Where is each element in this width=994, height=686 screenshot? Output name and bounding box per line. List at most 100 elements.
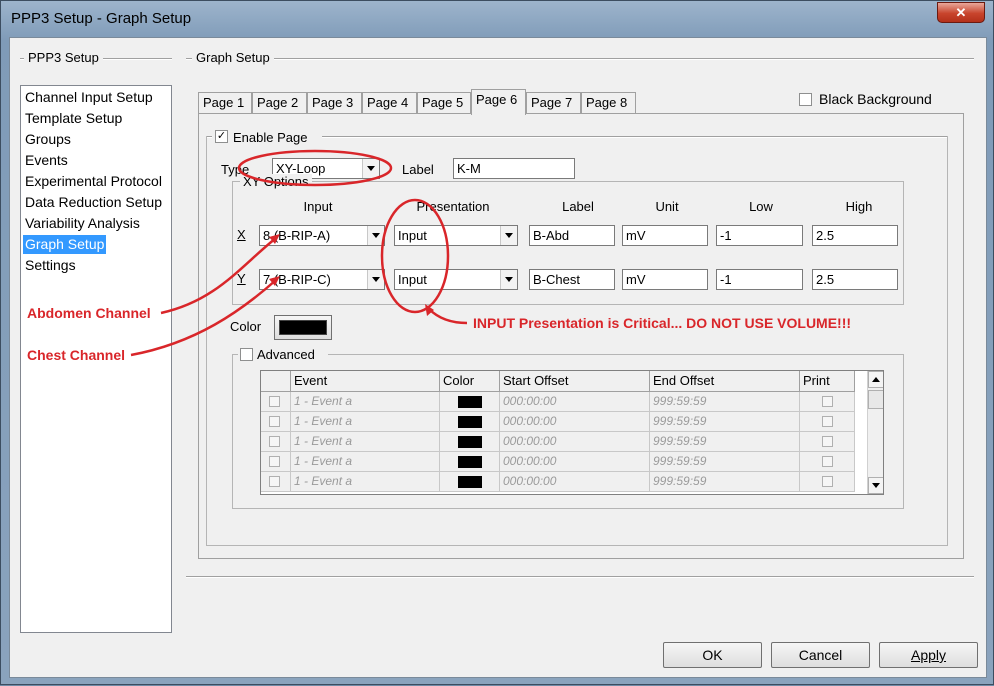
row-checkbox[interactable]: [269, 456, 280, 467]
x-presentation-combo[interactable]: Input: [394, 225, 518, 246]
color-label: Color: [230, 319, 262, 334]
grid-print-cell[interactable]: [800, 452, 855, 472]
tab-page-7[interactable]: Page 7: [526, 92, 581, 114]
grid-start-offset-cell[interactable]: 000:00:00: [500, 452, 650, 472]
grid-end-offset-cell[interactable]: 999:59:59: [650, 472, 800, 492]
grid-end-offset-cell[interactable]: 999:59:59: [650, 432, 800, 452]
tab-page-6[interactable]: Page 6: [471, 89, 526, 115]
grid-start-offset-cell[interactable]: 000:00:00: [500, 432, 650, 452]
tab-page-2[interactable]: Page 2: [252, 92, 307, 114]
row-checkbox[interactable]: [269, 476, 280, 487]
row-checkbox[interactable]: [269, 436, 280, 447]
y-low-input[interactable]: -1: [716, 269, 803, 290]
grid-row-check-cell[interactable]: [261, 392, 291, 412]
print-checkbox[interactable]: [822, 476, 833, 487]
grid-scrollbar[interactable]: [867, 371, 883, 494]
nav-item-graph-setup[interactable]: Graph Setup: [23, 235, 107, 254]
event-color-swatch: [458, 396, 482, 408]
grid-row-check-cell[interactable]: [261, 432, 291, 452]
grid-print-cell[interactable]: [800, 472, 855, 492]
chevron-down-icon[interactable]: [367, 270, 384, 289]
grid-start-offset-cell[interactable]: 000:00:00: [500, 412, 650, 432]
y-input-combo[interactable]: 7 (B-RIP-C): [259, 269, 385, 290]
grid-color-cell[interactable]: [440, 432, 500, 452]
grid-col-end-offset[interactable]: End Offset: [650, 371, 800, 392]
advanced-checkbox[interactable]: [240, 348, 253, 361]
ok-button[interactable]: OK: [663, 642, 762, 668]
col-label-header: Label: [562, 199, 594, 214]
x-axis-label: X: [237, 227, 246, 242]
grid-filler: [855, 432, 867, 452]
nav-item-variability-analysis[interactable]: Variability Analysis: [23, 214, 142, 233]
y-input-value: 7 (B-RIP-C): [263, 272, 331, 287]
x-unit-input[interactable]: mV: [622, 225, 708, 246]
row-checkbox[interactable]: [269, 416, 280, 427]
grid-start-offset-cell[interactable]: 000:00:00: [500, 392, 650, 412]
scroll-thumb[interactable]: [868, 390, 883, 409]
nav-item-groups[interactable]: Groups: [23, 130, 73, 149]
scroll-up-button[interactable]: [868, 371, 883, 388]
y-label-input[interactable]: B-Chest: [529, 269, 615, 290]
grid-end-offset-cell[interactable]: 999:59:59: [650, 392, 800, 412]
grid-print-cell[interactable]: [800, 392, 855, 412]
grid-col-color[interactable]: Color: [440, 371, 500, 392]
grid-print-cell[interactable]: [800, 412, 855, 432]
x-high-input[interactable]: 2.5: [812, 225, 898, 246]
grid-color-cell[interactable]: [440, 392, 500, 412]
chevron-down-icon[interactable]: [362, 159, 379, 178]
nav-item-template-setup[interactable]: Template Setup: [23, 109, 124, 128]
y-high-input[interactable]: 2.5: [812, 269, 898, 290]
grid-col-event[interactable]: Event: [291, 371, 440, 392]
grid-end-offset-cell[interactable]: 999:59:59: [650, 452, 800, 472]
apply-button[interactable]: Apply: [879, 642, 978, 668]
grid-event-cell[interactable]: 1 - Event a: [291, 472, 440, 492]
nav-item-channel-input-setup[interactable]: Channel Input Setup: [23, 88, 155, 107]
grid-row-check-cell[interactable]: [261, 412, 291, 432]
nav-item-data-reduction-setup[interactable]: Data Reduction Setup: [23, 193, 164, 212]
grid-start-offset-cell[interactable]: 000:00:00: [500, 472, 650, 492]
color-button[interactable]: [274, 315, 332, 340]
nav-item-events[interactable]: Events: [23, 151, 70, 170]
grid-color-cell[interactable]: [440, 412, 500, 432]
grid-color-cell[interactable]: [440, 472, 500, 492]
chevron-down-icon[interactable]: [500, 226, 517, 245]
grid-end-offset-cell[interactable]: 999:59:59: [650, 412, 800, 432]
tab-page-4[interactable]: Page 4: [362, 92, 417, 114]
nav-item-settings[interactable]: Settings: [23, 256, 78, 275]
grid-row-check-cell[interactable]: [261, 452, 291, 472]
grid-event-cell[interactable]: 1 - Event a: [291, 392, 440, 412]
grid-col-start-offset[interactable]: Start Offset: [500, 371, 650, 392]
print-checkbox[interactable]: [822, 396, 833, 407]
cancel-button[interactable]: Cancel: [771, 642, 870, 668]
tab-page-1[interactable]: Page 1: [198, 92, 252, 114]
grid-event-cell[interactable]: 1 - Event a: [291, 412, 440, 432]
print-checkbox[interactable]: [822, 436, 833, 447]
black-background-checkbox[interactable]: [799, 93, 812, 106]
grid-row-check-cell[interactable]: [261, 472, 291, 492]
page-label-input[interactable]: K-M: [453, 158, 575, 179]
row-checkbox[interactable]: [269, 396, 280, 407]
x-input-combo[interactable]: 8 (B-RIP-A): [259, 225, 385, 246]
grid-col-print[interactable]: Print: [800, 371, 855, 392]
close-button[interactable]: ✕: [937, 2, 985, 23]
print-checkbox[interactable]: [822, 456, 833, 467]
col-presentation-header: Presentation: [416, 199, 490, 214]
nav-item-experimental-protocol[interactable]: Experimental Protocol: [23, 172, 164, 191]
x-label-input[interactable]: B-Abd: [529, 225, 615, 246]
chevron-down-icon[interactable]: [500, 270, 517, 289]
y-unit-input[interactable]: mV: [622, 269, 708, 290]
y-presentation-combo[interactable]: Input: [394, 269, 518, 290]
x-low-input[interactable]: -1: [716, 225, 803, 246]
grid-color-cell[interactable]: [440, 452, 500, 472]
grid-print-cell[interactable]: [800, 432, 855, 452]
events-grid[interactable]: Event Color Start Offset End Offset Prin…: [260, 370, 884, 495]
bottom-separator: [186, 576, 974, 578]
grid-event-cell[interactable]: 1 - Event a: [291, 452, 440, 472]
tab-page-8[interactable]: Page 8: [581, 92, 636, 114]
scroll-down-button[interactable]: [868, 477, 883, 494]
tab-page-5[interactable]: Page 5: [417, 92, 471, 114]
tab-page-3[interactable]: Page 3: [307, 92, 362, 114]
chevron-down-icon[interactable]: [367, 226, 384, 245]
grid-event-cell[interactable]: 1 - Event a: [291, 432, 440, 452]
print-checkbox[interactable]: [822, 416, 833, 427]
